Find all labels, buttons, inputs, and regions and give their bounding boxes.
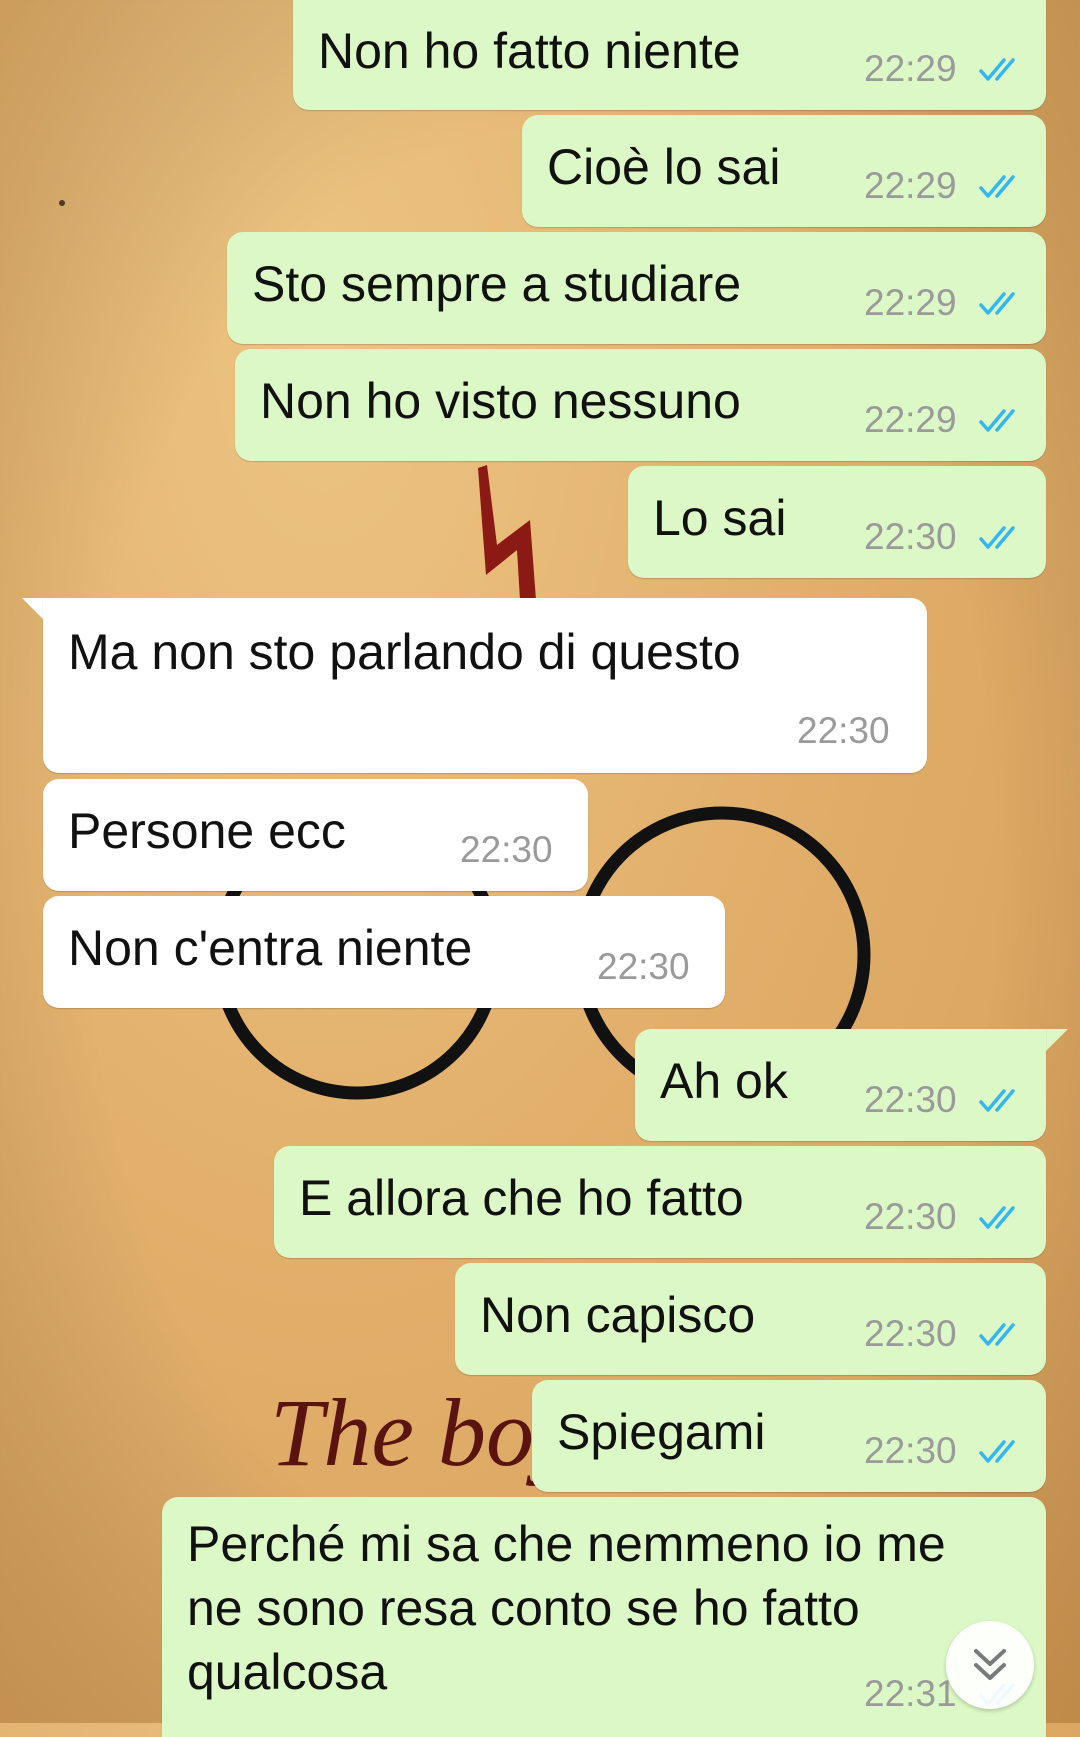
read-double-tick-icon [979,292,1015,315]
message-text: Non capisco [480,1287,756,1343]
message-bubble-outgoing[interactable]: Non capisco 22:30 [455,1263,1046,1375]
message-bubble-incoming[interactable]: Ma non sto parlando di questo 22:30 [43,598,927,773]
read-double-tick-icon [979,58,1015,81]
message-text: Ma non sto parlando di questo [68,624,741,680]
message-time: 22:30 [460,829,553,870]
message-time: 22:30 [864,1079,957,1120]
message-text: Sto sempre a studiare [252,256,742,312]
message-text-line-2: ne sono resa conto se ho fatto [187,1580,860,1636]
message-time: 22:29 [864,282,957,323]
message-text: Cioè lo sai [547,139,781,195]
message-time: 22:29 [864,165,957,206]
message-text: Spiegami [557,1404,766,1460]
message-text-line-3: qualcosa [187,1644,388,1700]
message-text: Ah ok [660,1053,788,1109]
read-double-tick-icon [979,1440,1015,1463]
message-text: Non ho fatto niente [318,23,741,79]
read-double-tick-icon [979,526,1015,549]
message-bubble-incoming[interactable]: Persone ecc 22:30 [43,779,588,891]
message-time: 22:30 [864,1430,957,1471]
message-text: Lo sai [653,490,787,546]
message-bubble-outgoing[interactable]: E allora che ho fatto 22:30 [274,1146,1046,1258]
message-time: 22:30 [864,1196,957,1237]
wallpaper-script-text: The boy [270,1379,577,1486]
message-time: 22:30 [797,710,890,751]
message-bubble-outgoing[interactable]: Spiegami 22:30 [532,1380,1046,1492]
message-bubble-outgoing[interactable]: Perché mi sa che nemmeno io me ne sono r… [162,1497,1046,1737]
message-time: 22:30 [864,1313,957,1354]
message-text: E allora che ho fatto [299,1170,744,1226]
double-chevron-down-icon [974,1649,1006,1680]
message-text: Non c'entra niente [68,920,473,976]
message-bubble-outgoing[interactable]: Cioè lo sai 22:29 [522,115,1046,227]
message-bubble-outgoing[interactable]: Non ho fatto niente 22:29 [293,0,1046,110]
message-time: 22:29 [864,399,957,440]
read-double-tick-icon [979,1323,1015,1346]
message-text-line-1: Perché mi sa che nemmeno io me [187,1516,946,1572]
message-time: 22:31 [864,1673,957,1714]
message-bubble-outgoing[interactable]: Non ho visto nessuno 22:29 [235,349,1046,461]
message-time: 22:30 [597,946,690,987]
message-time: 22:30 [864,516,957,557]
message-bubble-incoming[interactable]: Non c'entra niente 22:30 [43,896,725,1008]
read-double-tick-icon [979,1206,1015,1229]
message-bubble-outgoing[interactable]: Lo sai 22:30 [628,466,1046,578]
message-bubble-outgoing[interactable]: Sto sempre a studiare 22:29 [227,232,1046,344]
message-text: Non ho visto nessuno [260,373,741,429]
read-double-tick-icon [979,175,1015,198]
scroll-to-bottom-button[interactable] [946,1621,1034,1709]
message-time: 22:29 [864,48,957,89]
read-double-tick-icon [979,1089,1015,1112]
message-bubble-outgoing[interactable]: Ah ok 22:30 [635,1029,1046,1141]
read-double-tick-icon [979,409,1015,432]
message-text: Persone ecc [68,803,346,859]
